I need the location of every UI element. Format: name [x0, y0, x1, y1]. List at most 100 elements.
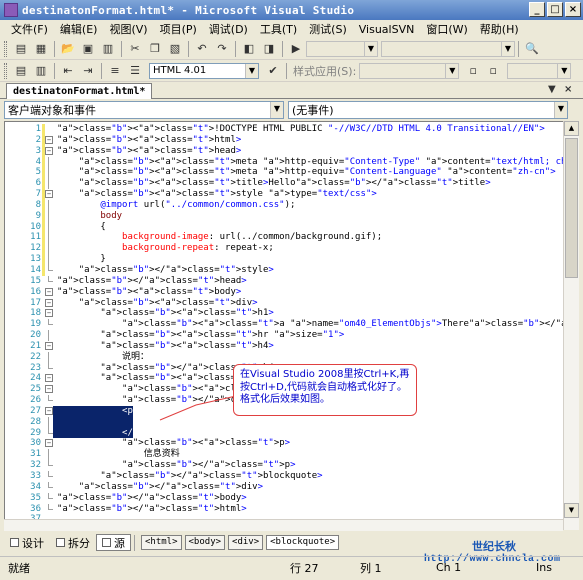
minimize-button[interactable]: _: [529, 2, 545, 17]
collapse-icon[interactable]: −: [45, 385, 53, 394]
code-line[interactable]: 5 "a">class="b"><"a">class="t">meta "a">…: [5, 167, 565, 179]
chevron-down-icon[interactable]: ▼: [557, 63, 571, 78]
code-line[interactable]: 16− "a">class="b"><"a">class="t">body>: [5, 287, 565, 298]
code-line[interactable]: 17− "a">class="b"><"a">class="t">div>: [5, 298, 565, 309]
chevron-down-icon[interactable]: ▼: [364, 41, 377, 56]
tab-split[interactable]: 拆分: [50, 534, 96, 551]
code-line[interactable]: 35 "a">class="b"></"a">class="t">body>: [5, 492, 565, 504]
code-line[interactable]: 1 "a">class="b"><"a">class="t">!DOCTYPE H…: [5, 124, 565, 135]
copy-icon[interactable]: ❐: [147, 41, 163, 57]
toolbar-grip[interactable]: [4, 40, 7, 57]
uncomment-icon[interactable]: ☰: [127, 63, 143, 79]
menu-file[interactable]: 文件(F): [8, 21, 57, 37]
navigate-forward-icon[interactable]: ◨: [261, 41, 277, 57]
tab-design[interactable]: 设计: [4, 534, 50, 551]
code-line[interactable]: 6 "a">class="b"><"a">class="t">title>Hel…: [5, 178, 565, 190]
collapse-icon[interactable]: −: [45, 135, 53, 144]
code-line[interactable]: 7− "a">class="b"><"a">class="t">style "a…: [5, 189, 565, 200]
style-application-combo[interactable]: ▼: [359, 62, 460, 79]
collapse-icon[interactable]: −: [45, 190, 53, 199]
code-line[interactable]: 29 </p>: [5, 427, 565, 439]
code-line[interactable]: 14 "a">class="b"></"a">class="t">style>: [5, 264, 565, 276]
new-style-icon[interactable]: ▫: [465, 63, 481, 79]
code-line[interactable]: 11 background-image: url(../common/backg…: [5, 232, 565, 244]
close-button[interactable]: ×: [565, 2, 581, 17]
chevron-down-icon[interactable]: ▼: [548, 84, 556, 95]
scroll-up-icon[interactable]: ▲: [564, 121, 579, 136]
menu-help[interactable]: 帮助(H): [477, 21, 528, 37]
code-line[interactable]: 2− "a">class="b"><"a">class="t">html>: [5, 134, 565, 146]
code-line[interactable]: 19 "a">class="b"><"a">class="t">a "a">na…: [5, 319, 578, 330]
breadcrumb-html[interactable]: <html>: [141, 535, 182, 550]
cut-icon[interactable]: ✂: [127, 41, 143, 57]
format-selection-icon[interactable]: ▥: [33, 63, 49, 79]
add-item-icon[interactable]: ▦: [33, 41, 49, 57]
breadcrumb-div[interactable]: <div>: [228, 535, 264, 550]
client-objects-combo[interactable]: 客户端对象和事件 ▼: [4, 101, 284, 119]
target-rule-combo[interactable]: ▼: [507, 62, 572, 79]
breadcrumb-body[interactable]: <body>: [184, 535, 226, 550]
open-folder-icon[interactable]: 📂: [60, 41, 76, 57]
code-line[interactable]: 4 "a">class="b"><"a">class="t">meta "a">…: [5, 156, 578, 168]
code-line[interactable]: 15 "a">class="b"></"a">class="t">head>: [5, 275, 565, 287]
code-line[interactable]: 13 }: [5, 254, 565, 265]
solution-config-combo[interactable]: ▼: [306, 40, 378, 57]
menu-window[interactable]: 窗口(W): [423, 21, 476, 37]
code-editor[interactable]: 1 "a">class="b"><"a">class="t">!DOCTYPE H…: [4, 121, 579, 530]
menu-edit[interactable]: 编辑(E): [57, 21, 107, 37]
code-line[interactable]: 3− "a">class="b"><"a">class="t">head>: [5, 145, 565, 157]
collapse-icon[interactable]: −: [45, 406, 53, 415]
collapse-icon[interactable]: −: [45, 146, 53, 155]
solution-platform-combo[interactable]: ▼: [381, 40, 515, 57]
redo-icon[interactable]: ↷: [214, 41, 230, 57]
outdent-icon[interactable]: ⇤: [60, 63, 76, 79]
code-line[interactable]: 12 background-repeat: repeat-x;: [5, 243, 565, 255]
start-debug-icon[interactable]: ▶: [288, 41, 304, 57]
chevron-down-icon[interactable]: ▼: [554, 102, 567, 118]
code-line[interactable]: 9 body: [5, 210, 565, 222]
maximize-button[interactable]: □: [547, 2, 563, 17]
chevron-down-icon[interactable]: ▼: [501, 41, 514, 56]
breadcrumb-blockquote[interactable]: <blockquote>: [266, 535, 340, 550]
code-line[interactable]: 30− "a">class="b"><"a">class="t">p>: [5, 438, 565, 449]
find-in-files-icon[interactable]: 🔍: [524, 41, 540, 57]
collapse-icon[interactable]: −: [45, 309, 53, 318]
code-line[interactable]: 21− "a">class="b"><"a">class="t">h4>: [5, 341, 565, 352]
scroll-down-icon[interactable]: ▼: [564, 503, 579, 518]
vertical-scrollbar[interactable]: ▲ ▼: [563, 121, 579, 530]
collapse-icon[interactable]: −: [45, 439, 53, 448]
paste-icon[interactable]: ▧: [167, 41, 183, 57]
menu-visualsvn[interactable]: VisualSVN: [356, 23, 424, 36]
attach-style-icon[interactable]: ▫: [485, 63, 501, 79]
code-line[interactable]: 20 "a">class="b"><"a">class="t">hr "a">s…: [5, 330, 565, 341]
collapse-icon[interactable]: −: [45, 341, 53, 350]
comment-icon[interactable]: ≡: [107, 63, 123, 79]
code-line[interactable]: 31 信息资料: [5, 449, 565, 461]
horizontal-scrollbar[interactable]: [4, 519, 563, 531]
save-all-icon[interactable]: ▥: [100, 41, 116, 57]
code-line[interactable]: 32 "a">class="b"></"a">class="t">p>: [5, 460, 565, 471]
close-icon[interactable]: ×: [564, 84, 572, 95]
toolbar-grip[interactable]: [4, 62, 7, 79]
menu-project[interactable]: 项目(P): [157, 21, 206, 37]
navigate-back-icon[interactable]: ◧: [241, 41, 257, 57]
code-line[interactable]: 36 "a">class="b"></"a">class="t">html>: [5, 503, 565, 515]
doctype-combo[interactable]: HTML 4.01 ▼: [149, 62, 259, 79]
code-line[interactable]: 33 "a">class="b"></"a">class="t">blockqu…: [5, 471, 565, 482]
collapse-icon[interactable]: −: [45, 374, 53, 383]
code-line[interactable]: 28 注：: [5, 416, 565, 428]
events-combo[interactable]: (无事件) ▼: [288, 101, 568, 119]
validation-icon[interactable]: ✔: [265, 63, 281, 79]
chevron-down-icon[interactable]: ▼: [445, 63, 459, 78]
chevron-down-icon[interactable]: ▼: [270, 102, 283, 118]
code-line[interactable]: 22 说明：: [5, 351, 565, 363]
menu-view[interactable]: 视图(V): [106, 21, 156, 37]
menu-tools[interactable]: 工具(T): [257, 21, 306, 37]
code-line[interactable]: 8 @import url("../common/common.css");: [5, 199, 565, 211]
menu-test[interactable]: 测试(S): [306, 21, 356, 37]
scroll-thumb[interactable]: [565, 138, 578, 278]
menu-debug[interactable]: 调试(D): [206, 21, 257, 37]
collapse-icon[interactable]: −: [45, 287, 53, 296]
indent-icon[interactable]: ⇥: [80, 63, 96, 79]
code-line[interactable]: 18− "a">class="b"><"a">class="t">h1>: [5, 308, 565, 319]
